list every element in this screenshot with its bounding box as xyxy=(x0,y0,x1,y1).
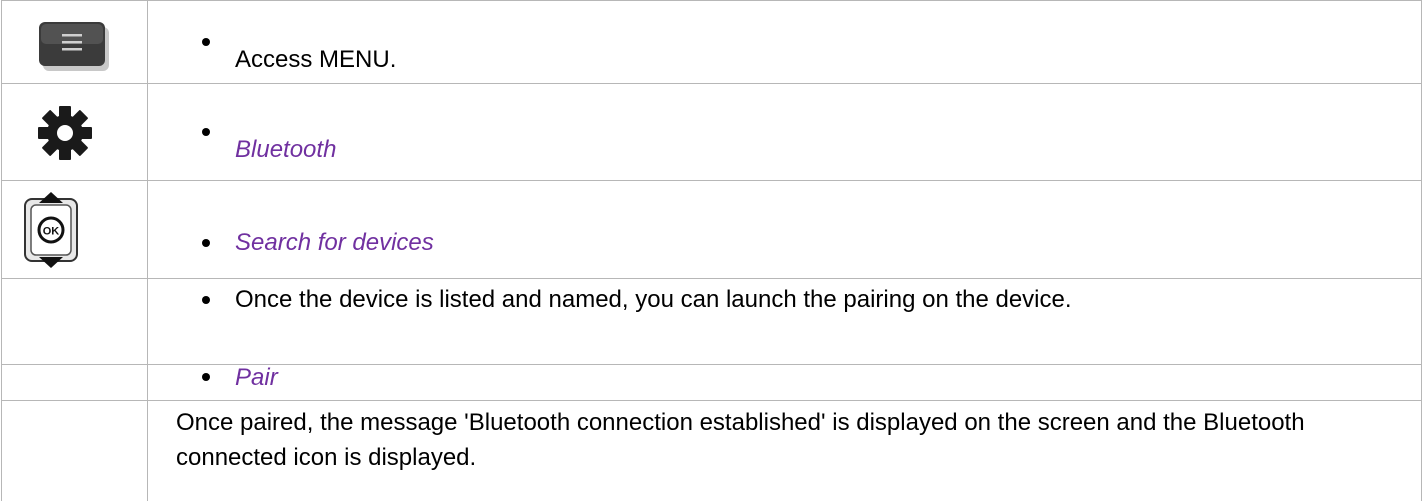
menu-button-icon xyxy=(39,22,109,71)
icon-cell: OK xyxy=(1,180,148,279)
icon-cell xyxy=(1,83,148,181)
svg-text:OK: OK xyxy=(43,226,60,238)
bullet xyxy=(202,239,210,247)
text-cell: Bluetooth xyxy=(147,83,1422,181)
instruction-table: Access MENU. Bluetooth OK Search for dev… xyxy=(1,0,1422,501)
step-row-pairing-info: Once the device is listed and named, you… xyxy=(1,278,1422,365)
text-cell: Search for devices xyxy=(147,180,1422,279)
bullet xyxy=(202,373,210,381)
step-row-menu: Access MENU. xyxy=(1,0,1422,84)
step-row-search: OK Search for devices xyxy=(1,180,1422,279)
icon-cell xyxy=(1,0,148,84)
ok-navigator-icon: OK xyxy=(24,192,78,268)
text-cell: Once the device is listed and named, you… xyxy=(147,278,1422,365)
option-text: Pair xyxy=(235,364,278,391)
text-cell: Pair xyxy=(147,364,1422,401)
option-text: Bluetooth xyxy=(235,136,337,163)
step-text: Once the device is listed and named, you… xyxy=(235,286,1072,313)
icon-cell xyxy=(1,400,148,501)
icon-cell xyxy=(1,364,148,401)
step-row-paired-result: Once paired, the message 'Bluetooth conn… xyxy=(1,400,1422,501)
step-row-pair: Pair xyxy=(1,364,1422,401)
bullet xyxy=(202,38,210,46)
text-cell: Once paired, the message 'Bluetooth conn… xyxy=(147,400,1422,501)
text-cell: Access MENU. xyxy=(147,0,1422,84)
gear-icon xyxy=(38,106,92,160)
result-paragraph: Once paired, the message 'Bluetooth conn… xyxy=(176,409,1305,471)
bullet xyxy=(202,128,210,136)
step-row-bluetooth: Bluetooth xyxy=(1,83,1422,181)
step-text: Access MENU. xyxy=(235,46,397,73)
option-text: Search for devices xyxy=(235,229,434,256)
icon-cell xyxy=(1,278,148,365)
bullet xyxy=(202,296,210,304)
